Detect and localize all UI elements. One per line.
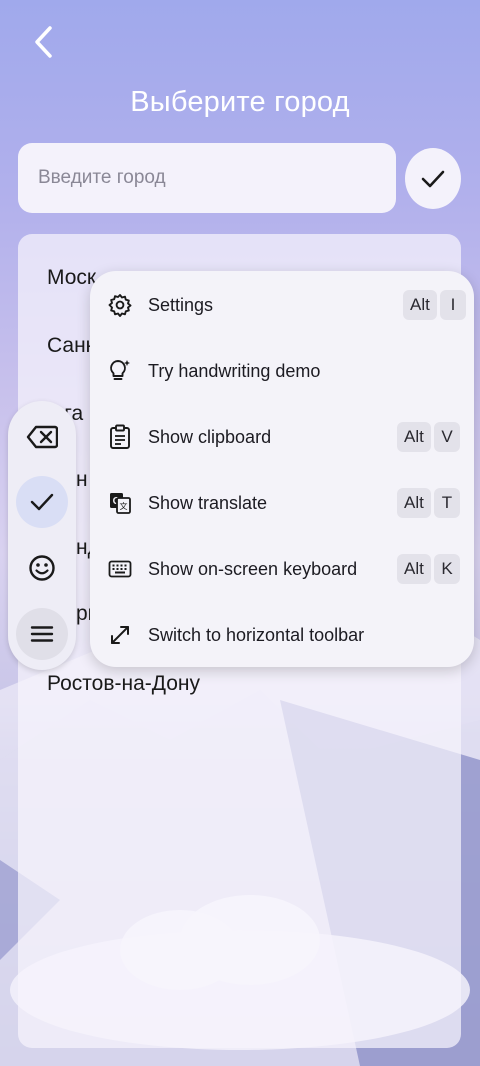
gear-icon	[107, 292, 133, 318]
city-search-input[interactable]	[38, 167, 396, 189]
svg-text:文: 文	[120, 501, 128, 511]
emoji-icon	[29, 555, 55, 581]
city-item[interactable]: Ростов-на-Дону	[47, 672, 200, 696]
confirm-button[interactable]	[405, 148, 461, 209]
menu-item-translate[interactable]: G 文 Show translate Alt T	[90, 470, 474, 536]
shortcut-key: I	[440, 290, 466, 320]
shortcut-key: Alt	[397, 554, 431, 584]
backspace-button[interactable]	[16, 411, 68, 463]
menu-item-handwriting-demo[interactable]: Try handwriting demo	[90, 338, 474, 404]
menu-item-label: Settings	[148, 294, 214, 315]
expand-diagonal-icon	[107, 622, 133, 648]
backspace-icon	[26, 425, 58, 449]
menu-item-clipboard[interactable]: Show clipboard Alt V	[90, 404, 474, 470]
check-icon	[30, 493, 54, 511]
check-icon	[421, 170, 445, 187]
chevron-left-icon	[35, 26, 52, 58]
shortcut-key: Alt	[397, 422, 431, 452]
shortcut-key: Alt	[397, 488, 431, 518]
menu-item-label: Show on-screen keyboard	[148, 558, 358, 579]
menu-item-horizontal-toolbar[interactable]: Switch to horizontal toolbar	[90, 602, 474, 668]
menu-item-label: Try handwriting demo	[148, 360, 321, 381]
menu-item-settings[interactable]: Settings Alt I	[90, 272, 474, 338]
hamburger-icon	[30, 626, 54, 642]
menu-item-label: Show translate	[148, 492, 268, 513]
city-item[interactable]: Санк	[47, 334, 95, 358]
menu-button[interactable]	[16, 608, 68, 660]
shortcut-key: V	[434, 422, 460, 452]
back-button[interactable]	[24, 22, 64, 62]
clipboard-icon	[107, 424, 133, 450]
lightbulb-sparkle-icon	[107, 358, 133, 384]
menu-item-label: Show clipboard	[148, 426, 272, 447]
keyboard-icon	[107, 556, 133, 582]
menu-item-label: Switch to horizontal toolbar	[148, 624, 365, 645]
emoji-button[interactable]	[16, 542, 68, 594]
toolbar-menu-popup: Settings Alt I Try handwriting demo Show…	[90, 271, 474, 667]
city-item[interactable]: Моск	[47, 266, 96, 290]
menu-item-on-screen-keyboard[interactable]: Show on-screen keyboard Alt K	[90, 536, 474, 602]
check-button[interactable]	[16, 476, 68, 528]
shortcut-key: K	[434, 554, 460, 584]
floating-toolbar	[8, 401, 76, 670]
translate-icon: G 文	[107, 490, 133, 516]
shortcut-key: T	[434, 488, 460, 518]
city-item[interactable]: н	[76, 468, 88, 492]
page-title: Выберите город	[130, 86, 350, 118]
city-search-field[interactable]	[18, 143, 396, 213]
shortcut-key: Alt	[403, 290, 437, 320]
